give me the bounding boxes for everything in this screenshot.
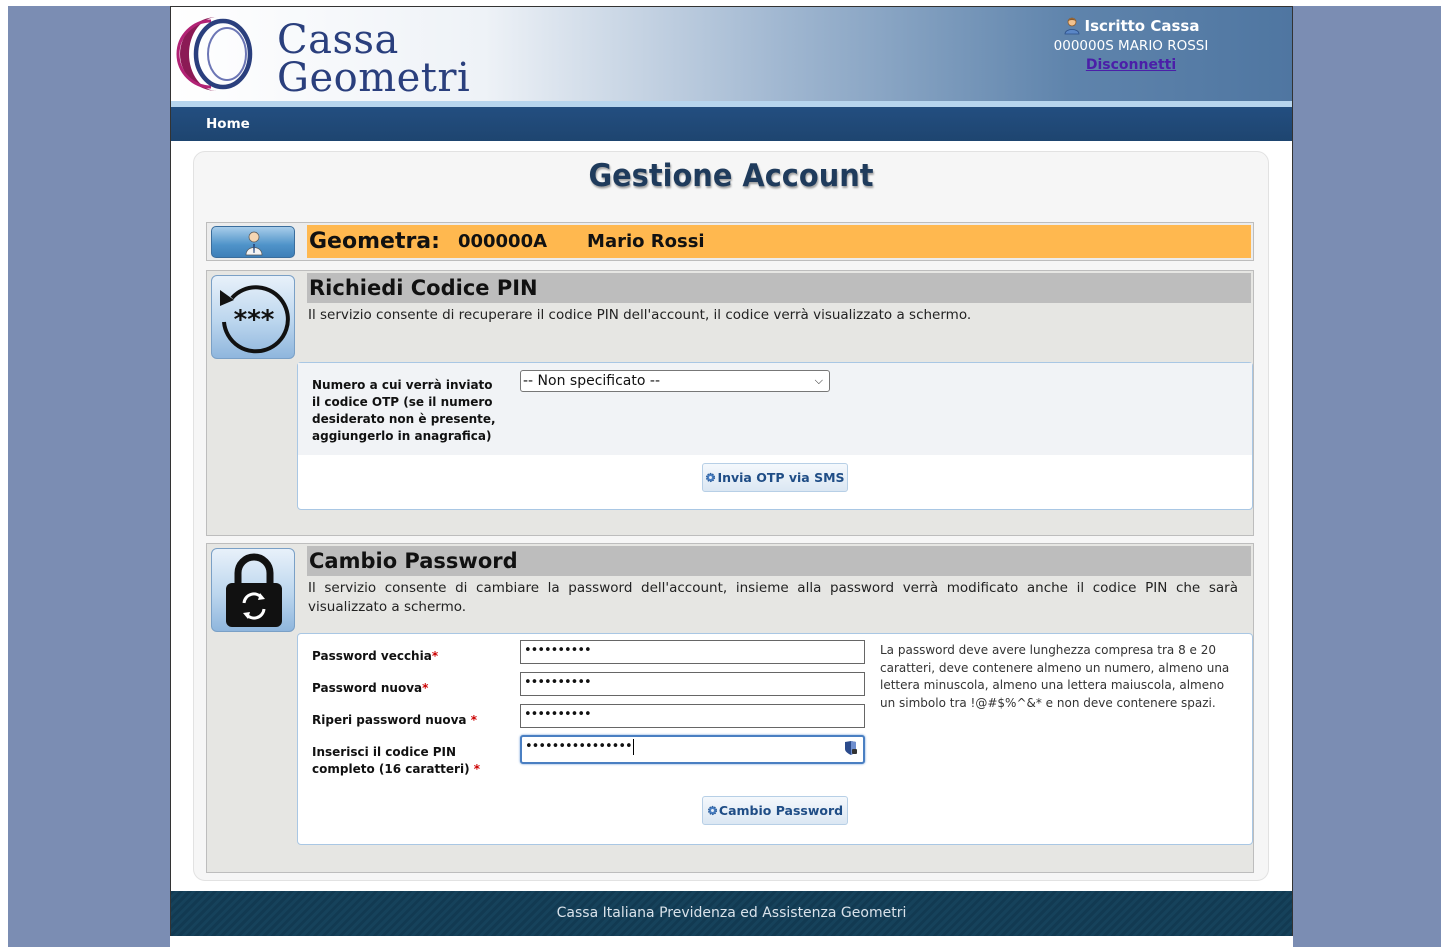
old-password-field[interactable]: ••••••••••: [520, 640, 865, 664]
site-footer: Cassa Italiana Previdenza ed Assistenza …: [171, 891, 1292, 936]
pin-section-description: Il servizio consente di recuperare il co…: [308, 307, 972, 323]
pin-code-label: Inserisci il codice PIN completo (16 car…: [312, 744, 512, 778]
logo-line-2: Geometri: [277, 55, 471, 101]
profile-button[interactable]: [211, 226, 295, 258]
side-background-left: [8, 6, 170, 947]
geometra-code: 000000A: [457, 231, 548, 252]
nav-item-home[interactable]: Home: [206, 116, 250, 132]
password-section-title: Cambio Password: [307, 546, 1251, 576]
gear-icon: [706, 472, 716, 483]
required-mark: *: [422, 681, 429, 695]
cassa-geometri-logo-icon: [176, 17, 253, 91]
required-mark: *: [470, 713, 477, 727]
password-form: Password vecchia* •••••••••• Password nu…: [297, 633, 1253, 845]
password-section-icon-frame: [211, 548, 295, 632]
repeat-password-label: Riperi password nuova *: [312, 712, 477, 729]
otp-select-value: -- Non specificato --: [523, 373, 660, 389]
old-password-label-text: Password vecchia: [312, 649, 432, 663]
change-password-button[interactable]: Cambio Password: [702, 796, 848, 825]
geometra-name: Mario Rossi: [587, 231, 705, 252]
otp-number-select[interactable]: -- Non specificato -- ⌵: [520, 370, 830, 392]
repeat-password-field[interactable]: ••••••••••: [520, 704, 865, 728]
site-header: Cassa Geometri Iscritto Cassa 000000S MA…: [171, 7, 1292, 107]
password-rules-note: La password deve avere lunghezza compres…: [880, 643, 1230, 710]
user-info: Iscritto Cassa 000000S MARIO ROSSI Disco…: [1021, 17, 1241, 73]
user-role: Iscritto Cassa: [1021, 17, 1241, 35]
password-section: Cambio Password Il servizio consente di …: [206, 543, 1254, 873]
new-password-label-text: Password nuova: [312, 681, 423, 695]
change-password-label: Cambio Password: [718, 803, 844, 818]
old-password-label: Password vecchia*: [312, 648, 438, 665]
pin-code-value: ••••••••••••••••: [525, 739, 633, 754]
geometra-label: Geometra:: [309, 229, 440, 254]
pin-code-field[interactable]: ••••••••••••••••: [520, 735, 865, 764]
chevron-down-icon: ⌵: [814, 374, 823, 387]
pin-code-label-text: Inserisci il codice PIN completo (16 car…: [312, 745, 474, 776]
geometra-bar: Geometra: 000000A Mario Rossi: [307, 225, 1251, 258]
pin-section-title: Richiedi Codice PIN: [307, 273, 1251, 303]
logo-text: Cassa Geometri: [277, 17, 471, 101]
new-password-label: Password nuova*: [312, 680, 428, 697]
pin-section-icon-frame: ***: [211, 275, 295, 359]
footer-text: Cassa Italiana Previdenza ed Assistenza …: [556, 905, 907, 921]
text-caret: [632, 738, 634, 755]
page-title: Gestione Account: [588, 158, 874, 194]
svg-text:***: ***: [234, 305, 275, 335]
user-icon: [245, 231, 263, 256]
user-role-label: Iscritto Cassa: [1084, 17, 1200, 35]
pin-section: *** Richiedi Codice PIN Il servizio cons…: [206, 270, 1254, 536]
geometra-row: Geometra: 000000A Mario Rossi: [206, 222, 1254, 261]
logo-line-1: Cassa: [277, 17, 399, 63]
required-mark: *: [431, 649, 439, 663]
new-password-field[interactable]: ••••••••••: [520, 672, 865, 696]
required-mark: *: [473, 762, 481, 776]
lock-refresh-icon: [226, 553, 282, 627]
pin-reset-icon: ***: [220, 285, 290, 354]
repeat-password-label-text: Riperi password nuova: [312, 713, 471, 727]
pin-form: Numero a cui verrà inviato il codice OTP…: [297, 362, 1253, 510]
side-background-right: [1293, 6, 1441, 947]
user-name: 000000S MARIO ROSSI: [1053, 38, 1209, 54]
send-otp-label: Invia OTP via SMS: [717, 470, 845, 485]
gear-icon: [707, 805, 717, 816]
user-icon: [1064, 17, 1079, 35]
password-manager-icon[interactable]: [844, 740, 858, 756]
logout-link[interactable]: Disconnetti: [1086, 57, 1176, 73]
main-nav: Home: [171, 107, 1292, 141]
page-frame: Cassa Geometri Iscritto Cassa 000000S MA…: [170, 6, 1293, 936]
otp-number-label: Numero a cui verrà inviato il codice OTP…: [312, 378, 496, 443]
main-content: Gestione Account Geometra: 000000A Mario…: [193, 151, 1269, 881]
password-section-description: Il servizio consente di cambiare la pass…: [308, 580, 1238, 615]
send-otp-button[interactable]: Invia OTP via SMS: [702, 463, 848, 492]
